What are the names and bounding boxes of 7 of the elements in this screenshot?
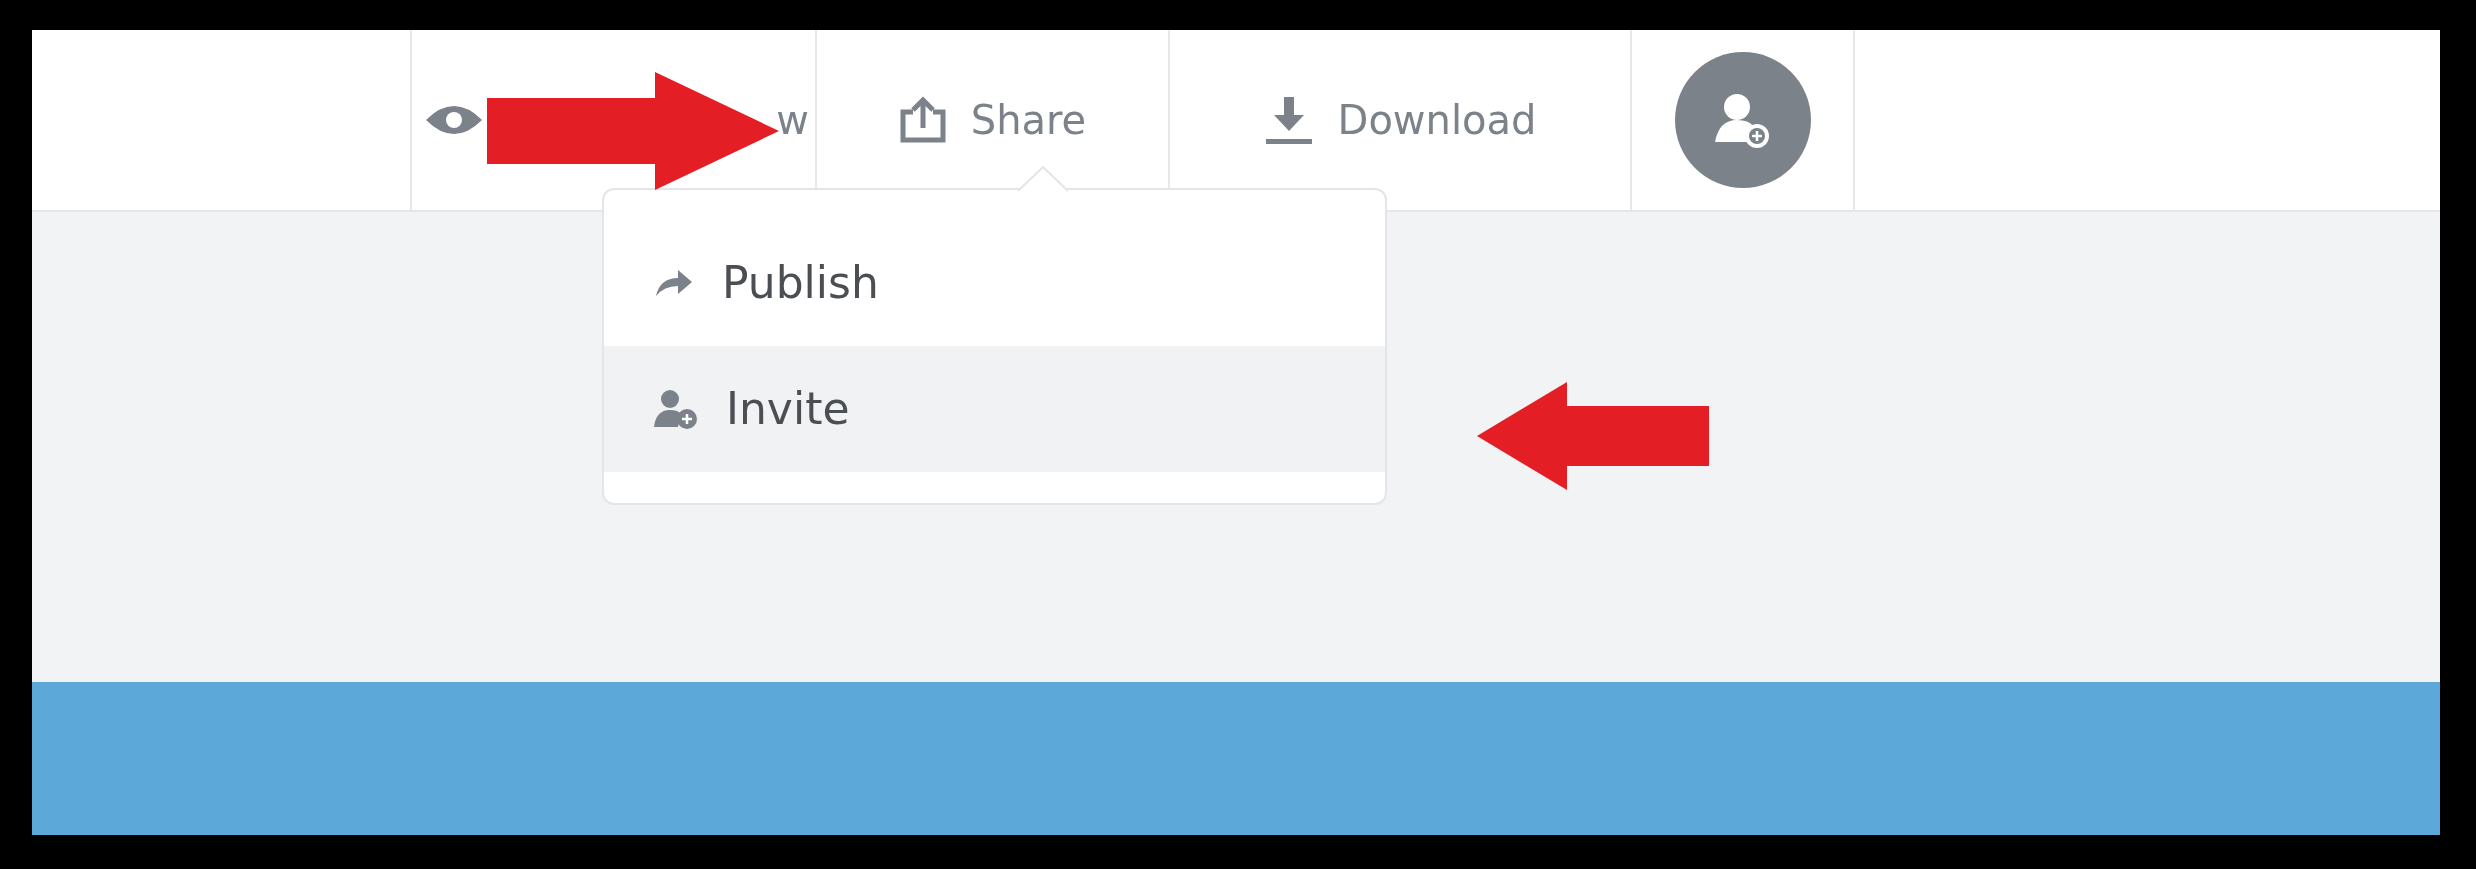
add-user-icon [1674,52,1811,188]
add-user-button[interactable] [1630,30,1855,210]
share-icon [898,96,947,144]
download-icon [1263,95,1314,145]
menu-item[interactable]: Invite [604,346,1385,472]
forward-arrow-icon [654,268,694,298]
add-user-icon [654,389,698,429]
